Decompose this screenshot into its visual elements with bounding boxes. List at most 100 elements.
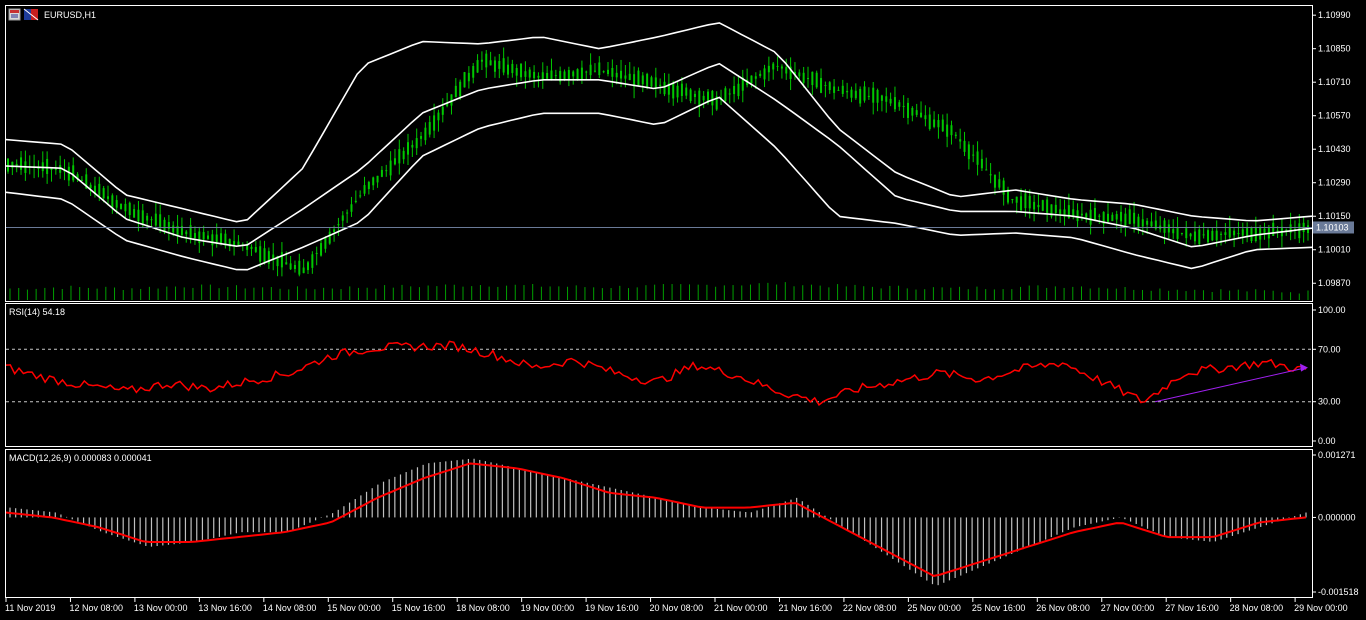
candle-body [1133,212,1136,224]
date-tick-label: 19 Nov 16:00 [585,603,639,613]
candle-body [680,83,683,96]
candle-body [107,196,109,199]
candle-body [263,248,266,264]
candle-body [815,72,818,88]
candle-body [367,182,370,190]
candle-body [1107,213,1109,222]
candle-body [1020,196,1023,211]
rsi-tick-label: 70.00 [1318,344,1341,354]
candle-body [576,69,579,80]
candle-body [524,71,527,77]
candle-body [876,89,879,103]
date-tick-label: 13 Nov 00:00 [134,603,188,613]
candle-body [402,150,405,160]
candle-body [946,124,949,137]
price-tick-label: 1.10710 [1318,77,1351,87]
candle-body [1298,223,1301,239]
candle-body [89,184,92,189]
rsi-tick-label: 0.00 [1318,436,1336,446]
candle-body [1037,204,1040,208]
candle-body [207,235,209,239]
candle-body [1098,215,1101,217]
candle-body [763,68,766,80]
date-tick-label: 27 Nov 00:00 [1101,603,1155,613]
candle-body [137,209,140,222]
price-tick-label: 1.10430 [1318,144,1351,154]
candle-body [737,83,740,97]
candle-body [1085,213,1088,218]
candle-body [607,69,609,75]
candle-body [920,112,923,118]
candle-body [193,233,196,239]
candle-body [198,231,201,244]
date-tick-label: 14 Nov 08:00 [263,603,317,613]
candle-body [533,71,536,79]
date-tick-label: 12 Nov 08:00 [69,603,123,613]
candle-body [102,188,105,199]
candle-body [889,98,892,104]
candle-body [476,60,479,73]
candle-body [1150,221,1153,227]
candle-body [1137,216,1140,228]
candle-body [441,106,444,115]
candle-body [933,119,936,127]
candle-body [915,110,918,115]
candle-body [437,112,440,121]
candle-body [1093,207,1096,221]
candle-body [359,195,362,197]
trading-chart-canvas[interactable]: EURUSD,H1 RSI(14) 54.18 MACD(12,26,9) 0.… [0,0,1366,620]
price-tick-label: 1.09870 [1318,278,1351,288]
candle-body [724,88,727,102]
candle-body [15,163,18,166]
candle-body [1124,213,1127,226]
candle-body [711,90,714,106]
candle-body [985,169,988,171]
chart-flag-icon [23,8,39,21]
candle-body [767,65,770,73]
macd-label: MACD(12,26,9) 0.000083 0.000041 [9,453,152,463]
candle-body [254,246,257,252]
candle-body [1080,213,1083,216]
candle-body [1163,220,1166,233]
candle-body [420,136,423,139]
candle-body [1193,231,1196,242]
candle-body [1033,201,1036,210]
candle-body [337,224,340,226]
candle-body [372,177,375,186]
candle-body [624,75,627,79]
date-tick-label: 22 Nov 08:00 [843,603,897,613]
candle-body [663,81,666,95]
candle-body [685,87,688,96]
rsi-label: RSI(14) 54.18 [9,307,65,317]
candle-body [1024,193,1027,209]
candle-body [1180,232,1183,234]
candle-body [424,127,427,141]
candle-body [333,229,336,233]
candle-body [954,134,957,136]
rsi-trend-line [1154,368,1303,403]
candle-body [780,66,783,69]
candle-body [885,96,888,102]
macd-tick-label: -0.001518 [1318,587,1359,597]
chart-window: EURUSD,H1 RSI(14) 54.18 MACD(12,26,9) 0.… [0,0,1366,620]
rsi-tick-label: 30.00 [1318,397,1341,407]
candle-body [1211,230,1214,241]
candle-body [498,60,501,69]
candle-body [159,214,162,228]
price-tick-label: 1.10850 [1318,44,1351,54]
bollinger-lower-line [5,96,1313,271]
candle-body [641,75,644,85]
candle-body [1233,230,1236,236]
candle-body [467,72,470,82]
candle-body [289,263,292,270]
candle-body [211,234,214,246]
candle-body [959,139,962,142]
candle-body [824,85,827,87]
candle-body [172,225,175,233]
candle-body [380,169,383,177]
candle-body [998,179,1001,188]
candle-body [807,77,809,79]
date-tick-label: 20 Nov 08:00 [650,603,704,613]
candle-body [546,72,549,79]
candle-body [650,77,653,87]
